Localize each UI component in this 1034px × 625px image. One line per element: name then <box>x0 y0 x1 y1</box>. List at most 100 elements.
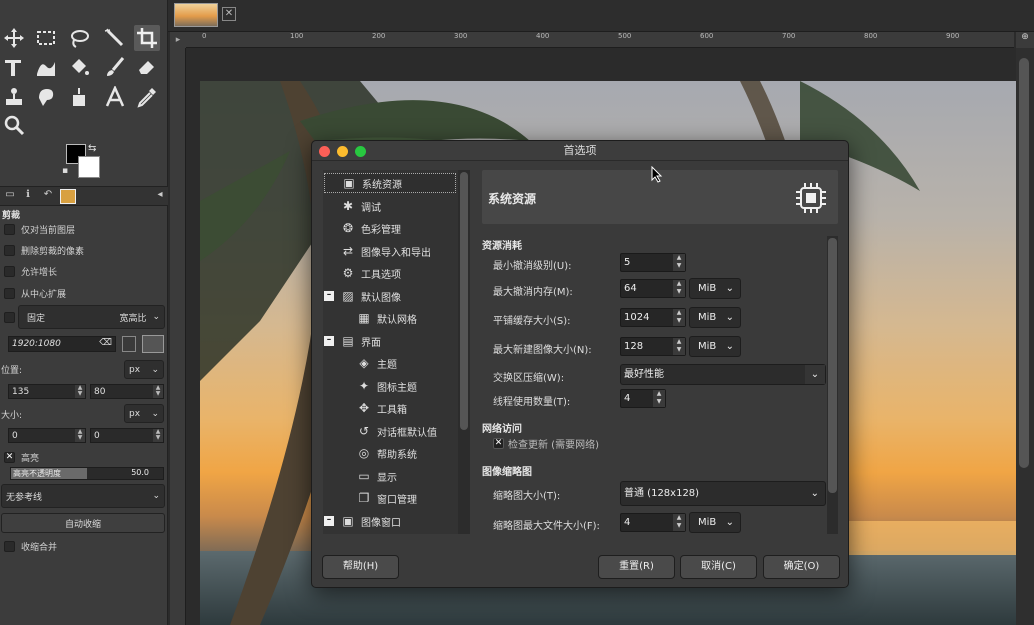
panel-scrollbar[interactable] <box>827 236 838 534</box>
fixed-mode-combo[interactable]: 固定 宽高比 ⌄ <box>18 305 165 329</box>
position-y-input[interactable]: 80 ▲ ▼ <box>90 384 164 399</box>
close-window-button[interactable] <box>319 146 330 157</box>
paintbrush-tool-icon[interactable] <box>102 54 128 80</box>
scrollbar-thumb[interactable] <box>828 238 837 493</box>
size-height-input[interactable]: 0 ▲ ▼ <box>90 428 164 443</box>
eraser-tool-icon[interactable] <box>134 54 160 80</box>
color-picker-tool-icon[interactable] <box>134 84 160 110</box>
ok-button[interactable]: 确定(O) <box>763 555 840 579</box>
rect-select-tool-icon[interactable] <box>33 25 59 51</box>
position-x-input[interactable]: 135 ▲ ▼ <box>8 384 86 399</box>
checkbox[interactable] <box>4 265 15 277</box>
fixed-checkbox[interactable] <box>4 312 15 323</box>
smudge-tool-icon[interactable] <box>33 84 59 110</box>
collapse-icon[interactable]: – <box>324 516 334 526</box>
spin-arrows-icon[interactable]: ▲ ▼ <box>673 254 685 271</box>
collapse-icon[interactable]: – <box>324 336 334 346</box>
fuzzy-select-tool-icon[interactable] <box>102 25 128 51</box>
spin-arrows-icon[interactable]: ▲ ▼ <box>673 309 685 326</box>
threads-input[interactable]: 4 ▲ ▼ <box>620 389 666 408</box>
navigate-icon[interactable]: ⊕ <box>1016 32 1034 48</box>
tree-item-system-resources[interactable]: ▣ 系统资源 <box>324 173 456 193</box>
checkbox[interactable] <box>4 540 15 552</box>
tree-item-tool-options[interactable]: ⚙ 工具选项 <box>340 263 401 283</box>
dodge-burn-tool-icon[interactable] <box>66 84 92 110</box>
tree-item-icon-theme[interactable]: ✦ 图标主题 <box>356 376 417 396</box>
spin-arrows-icon[interactable]: ▲ ▼ <box>75 385 85 398</box>
checkbox[interactable] <box>4 244 15 256</box>
swap-compress-combo[interactable]: 最好性能 ⌄ <box>620 364 826 385</box>
tree-item-display[interactable]: ▭ 显示 <box>356 466 397 486</box>
spin-arrows-icon[interactable]: ▲ ▼ <box>673 338 685 355</box>
option-shrink-merged[interactable]: 收缩合并 <box>0 536 168 556</box>
zoom-tool-icon[interactable] <box>1 112 27 138</box>
reset-button[interactable]: 重置(R) <box>598 555 675 579</box>
images-tab-icon[interactable] <box>60 189 76 204</box>
spin-arrows-icon[interactable]: ▲ ▼ <box>153 385 163 398</box>
checkbox-checked[interactable]: ✕ <box>4 451 15 463</box>
vertical-scrollbar[interactable] <box>1016 48 1034 625</box>
max-new-image-unit-combo[interactable]: MiB ⌄ <box>689 336 741 357</box>
position-unit-combo[interactable]: px ⌄ <box>124 360 164 379</box>
thumb-max-file-unit-combo[interactable]: MiB ⌄ <box>689 512 741 533</box>
spin-arrows-icon[interactable]: ▲ ▼ <box>673 514 685 531</box>
spin-arrows-icon[interactable]: ▲ ▼ <box>653 390 665 407</box>
checkbox[interactable] <box>4 223 15 235</box>
portrait-orientation-icon[interactable] <box>122 336 136 352</box>
clone-tool-icon[interactable] <box>1 84 27 110</box>
tree-item-toolbox[interactable]: ✥ 工具箱 <box>356 398 407 418</box>
cancel-button[interactable]: 取消(C) <box>680 555 757 579</box>
minimize-window-button[interactable] <box>337 146 348 157</box>
unified-transform-tool-icon[interactable] <box>1 54 27 80</box>
undo-history-tab-icon[interactable]: ↶ <box>40 189 56 204</box>
tree-item-interface[interactable]: ▤ 界面 <box>340 331 381 351</box>
scrollbar-thumb[interactable] <box>460 172 468 430</box>
warp-transform-tool-icon[interactable] <box>33 54 59 80</box>
tree-item-window-management[interactable]: ❐ 窗口管理 <box>356 488 417 508</box>
tool-options-tab-icon[interactable]: ▭ <box>2 189 18 204</box>
spin-arrows-icon[interactable]: ▲ ▼ <box>75 429 85 442</box>
landscape-orientation-icon[interactable] <box>142 335 164 353</box>
scrollbar-thumb[interactable] <box>1019 58 1029 468</box>
max-undo-mem-unit-combo[interactable]: MiB ⌄ <box>689 278 741 299</box>
option-highlight[interactable]: ✕ 高亮 <box>0 447 168 467</box>
collapse-icon[interactable]: – <box>324 291 334 301</box>
tree-item-default-grid[interactable]: ▦ 默认网格 <box>356 308 417 328</box>
tile-cache-input[interactable]: 1024 ▲ ▼ <box>620 308 686 327</box>
move-tool-icon[interactable] <box>1 25 27 51</box>
max-new-image-input[interactable]: 128 ▲ ▼ <box>620 337 686 356</box>
size-width-input[interactable]: 0 ▲ ▼ <box>8 428 86 443</box>
aspect-ratio-input[interactable]: 1920:1080 ⌫ <box>8 336 116 352</box>
lasso-tool-icon[interactable] <box>66 25 92 51</box>
crop-tool-icon[interactable] <box>134 25 160 51</box>
size-unit-combo[interactable]: px ⌄ <box>124 404 164 423</box>
spin-arrows-icon[interactable]: ▲ ▼ <box>673 280 685 297</box>
horizontal-ruler[interactable]: 0 100 200 300 400 500 600 700 800 900 <box>186 32 1014 48</box>
swap-colors-icon[interactable]: ⇆ <box>88 143 96 154</box>
spin-arrows-icon[interactable]: ▲ ▼ <box>153 429 163 442</box>
background-color-swatch[interactable] <box>78 156 100 178</box>
option-delete-cropped[interactable]: 删除剪裁的像素 <box>0 240 168 260</box>
dialog-titlebar[interactable]: 首选项 <box>312 141 848 161</box>
tree-item-import-export[interactable]: ⇄ 图像导入和导出 <box>340 241 431 261</box>
max-undo-mem-input[interactable]: 64 ▲ ▼ <box>620 279 686 298</box>
highlight-opacity-slider[interactable]: 高亮不透明度 50.0 <box>10 467 164 480</box>
text-tool-icon[interactable] <box>102 84 128 110</box>
auto-shrink-button[interactable]: 自动收缩 <box>1 513 165 533</box>
tree-scrollbar[interactable] <box>458 170 470 534</box>
tree-item-color-management[interactable]: ❂ 色彩管理 <box>340 218 401 238</box>
image-tab-thumbnail[interactable] <box>174 3 218 27</box>
bucket-fill-tool-icon[interactable] <box>66 54 92 80</box>
checkbox-checked[interactable]: ✕ <box>493 438 504 449</box>
tree-item-default-image[interactable]: ▨ 默认图像 <box>340 286 401 306</box>
tree-item-debug[interactable]: ✱ 调试 <box>340 196 381 216</box>
tile-cache-unit-combo[interactable]: MiB ⌄ <box>689 307 741 328</box>
reset-colors-icon[interactable]: ▪ <box>62 166 68 176</box>
vertical-ruler[interactable] <box>170 48 186 625</box>
close-tab-icon[interactable]: ✕ <box>222 7 236 21</box>
option-allow-growing[interactable]: 允许增长 <box>0 261 168 281</box>
configure-tab-icon[interactable]: ◂ <box>152 189 168 204</box>
thumb-size-combo[interactable]: 普通 (128x128) ⌄ <box>620 481 826 506</box>
quick-mask-toggle-icon[interactable]: ▸ <box>170 32 186 48</box>
tree-item-help-system[interactable]: ◎ 帮助系统 <box>356 443 417 463</box>
